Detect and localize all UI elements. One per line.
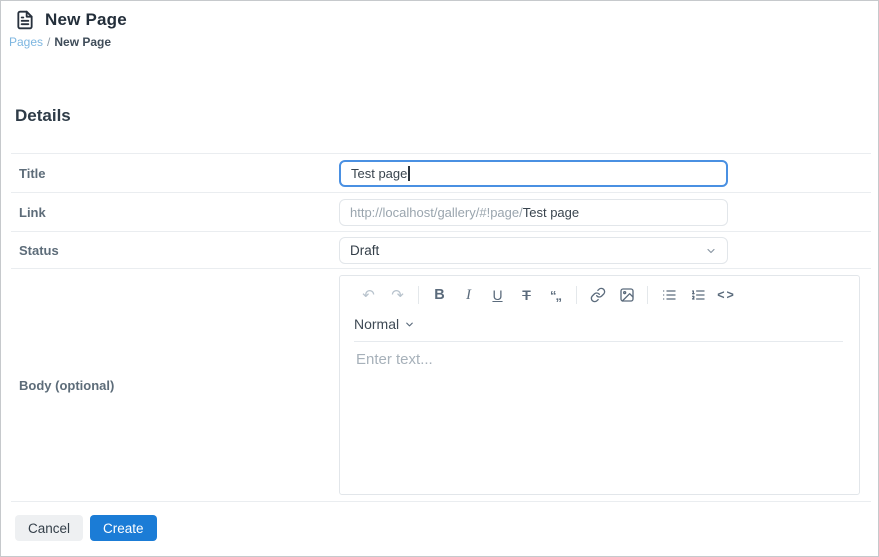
ordered-list-icon[interactable] (683, 283, 712, 307)
status-selected-value: Draft (350, 242, 380, 258)
title-input[interactable]: Test page (339, 159, 728, 187)
page-document-icon (15, 10, 35, 30)
link-icon[interactable] (583, 283, 612, 307)
form-actions: Cancel Create (15, 515, 157, 541)
details-form: Title Test page Link http://localhost/ga… (11, 153, 871, 502)
body-label: Body (optional) (19, 377, 115, 393)
create-button[interactable]: Create (90, 515, 157, 541)
chevron-down-icon (705, 245, 717, 257)
details-heading: Details (15, 106, 71, 125)
code-icon[interactable]: <> (712, 283, 741, 307)
strikethrough-icon[interactable]: T (512, 283, 541, 307)
toolbar-divider (418, 286, 419, 304)
italic-icon[interactable]: I (454, 283, 483, 307)
link-url-suffix: Test page (522, 204, 580, 220)
toolbar-divider (647, 286, 648, 304)
toolbar-divider (576, 286, 577, 304)
body-text-area[interactable]: Enter text... (340, 342, 859, 490)
paragraph-style-row: Normal (340, 310, 859, 338)
paragraph-style-value: Normal (354, 316, 400, 332)
breadcrumb-pages-link[interactable]: Pages (9, 35, 43, 49)
link-row: Link http://localhost/gallery/#!page/ Te… (11, 192, 871, 231)
link-label: Link (19, 204, 46, 220)
new-page-window: New Page Pages / New Page Details Title … (0, 0, 879, 557)
redo-icon[interactable]: ↷ (383, 283, 412, 307)
image-icon[interactable] (612, 283, 641, 307)
body-row: Body (optional) ↶ ↷ B I U T “„ <> Normal… (11, 268, 871, 502)
status-label: Status (19, 242, 59, 258)
link-url-prefix: http://localhost/gallery/#!page/ (350, 204, 523, 220)
text-caret (408, 165, 410, 181)
title-row: Title Test page (11, 153, 871, 192)
breadcrumb-separator: / (47, 35, 51, 49)
editor-toolbar: ↶ ↷ B I U T “„ <> (340, 276, 859, 310)
breadcrumb: Pages / New Page (9, 35, 111, 49)
cancel-button[interactable]: Cancel (15, 515, 84, 541)
underline-icon[interactable]: U (483, 283, 512, 307)
title-label: Title (19, 165, 46, 181)
blockquote-icon[interactable]: “„ (541, 283, 570, 307)
bold-icon[interactable]: B (425, 283, 454, 307)
rich-text-editor: ↶ ↷ B I U T “„ <> Normal Enter text... (339, 275, 860, 495)
paragraph-style-select[interactable]: Normal (354, 316, 415, 332)
chevron-down-icon (404, 319, 415, 330)
bullet-list-icon[interactable] (654, 283, 683, 307)
breadcrumb-current: New Page (54, 35, 112, 49)
undo-icon[interactable]: ↶ (354, 283, 383, 307)
status-select[interactable]: Draft (339, 236, 728, 264)
page-title: New Page (45, 10, 127, 29)
status-row: Status Draft (11, 231, 871, 268)
link-input[interactable]: http://localhost/gallery/#!page/ Test pa… (339, 198, 728, 226)
page-header: New Page (15, 10, 127, 30)
title-input-value: Test page (351, 165, 408, 181)
